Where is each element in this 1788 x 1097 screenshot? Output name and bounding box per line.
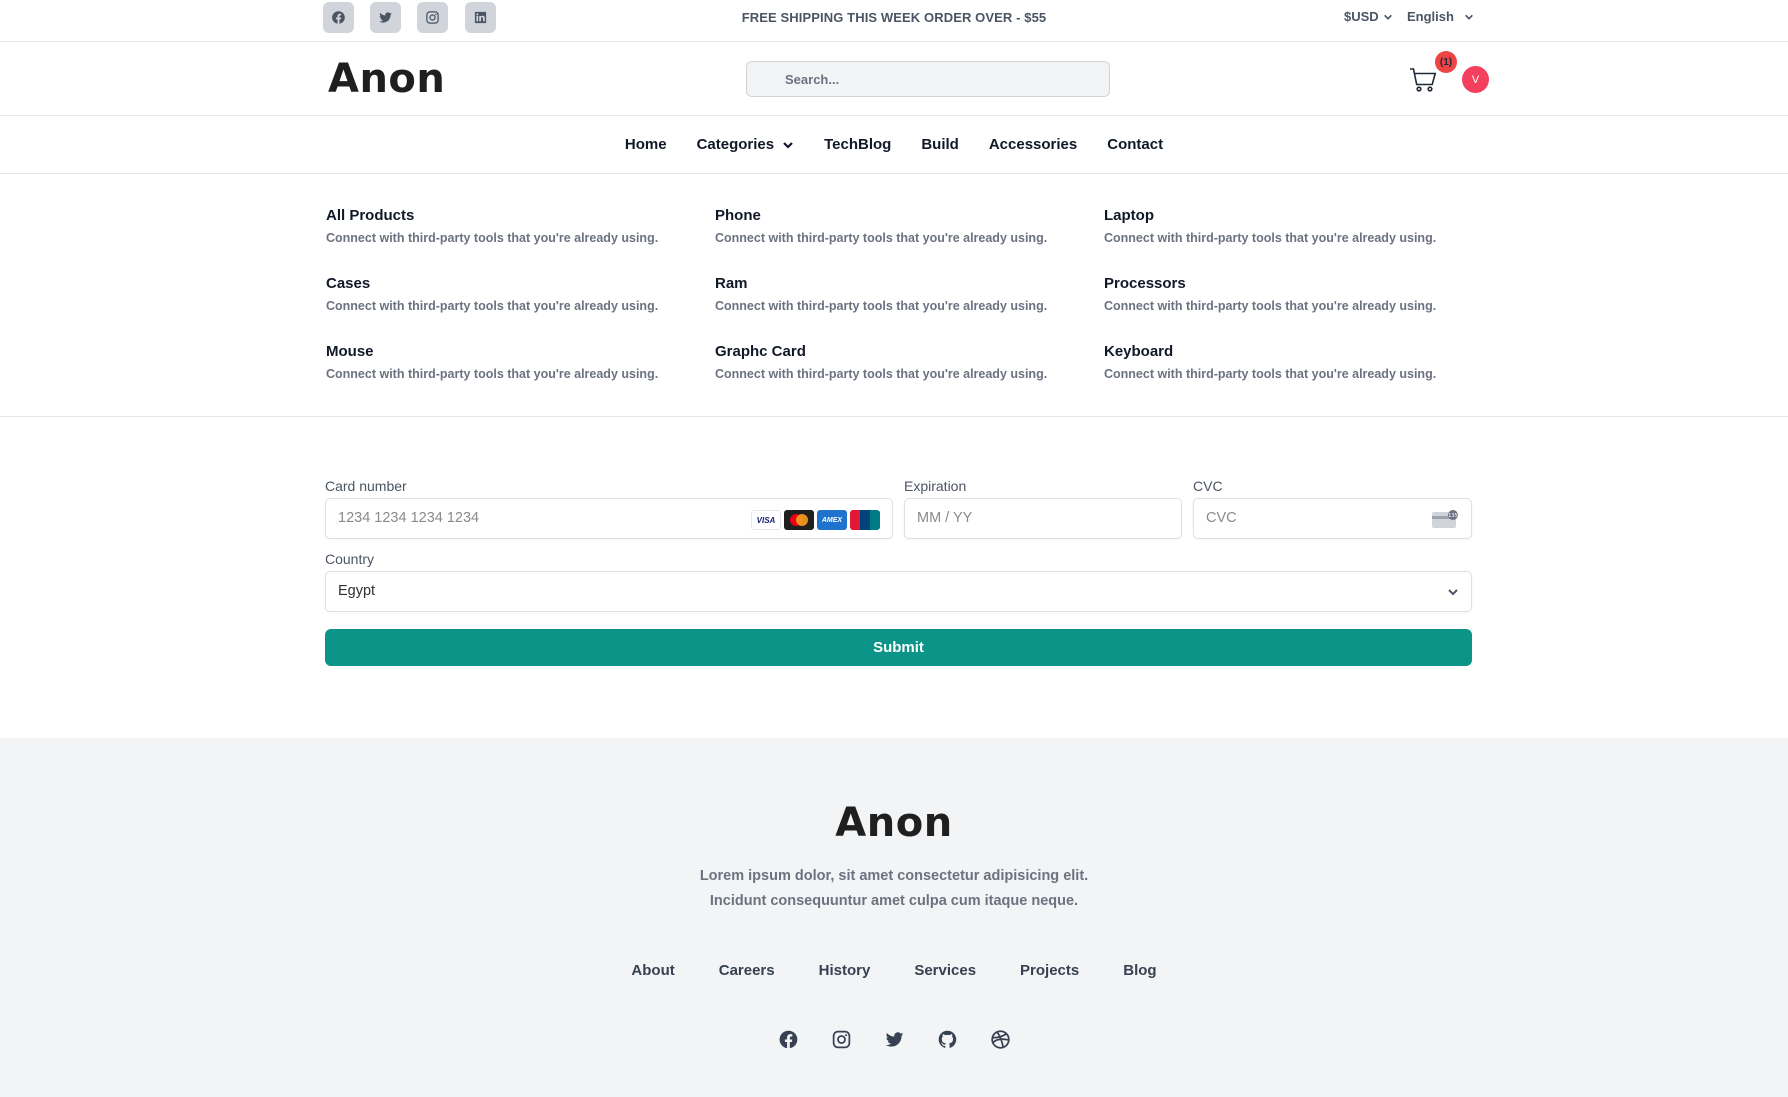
footer: Anon Lorem ipsum dolor, sit amet consect…: [0, 738, 1788, 1097]
card-number-label: Card number: [325, 478, 407, 494]
chevron-down-icon: [1465, 14, 1473, 20]
category-item[interactable]: Graphc Card Connect with third-party too…: [715, 343, 1095, 381]
nav-build-label: Build: [921, 136, 959, 153]
search-box: [746, 61, 1110, 97]
cvc-card-icon: 135: [1432, 510, 1458, 528]
category-desc: Connect with third-party tools that you'…: [715, 367, 1048, 381]
shipping-banner: FREE SHIPPING THIS WEEK ORDER OVER - $55: [741, 10, 1047, 25]
facebook-icon[interactable]: [777, 1028, 800, 1051]
footer-text-line1: Lorem ipsum dolor, sit amet consectetur …: [699, 868, 1089, 884]
category-item[interactable]: Phone Connect with third-party tools tha…: [715, 207, 1095, 245]
country-value: Egypt: [338, 583, 376, 599]
cvc-field: 135: [1193, 498, 1472, 539]
language-label: English: [1407, 9, 1454, 24]
category-item[interactable]: All Products Connect with third-party to…: [326, 207, 706, 245]
nav-contact[interactable]: Contact: [1107, 136, 1163, 153]
category-desc: Connect with third-party tools that you'…: [326, 231, 659, 245]
category-desc: Connect with third-party tools that you'…: [715, 231, 1048, 245]
nav-home-label: Home: [624, 136, 667, 153]
expiration-input[interactable]: [917, 499, 1111, 538]
category-title: Laptop: [1104, 207, 1154, 224]
main-nav: Home Categories TechBlog Build Accessori…: [0, 116, 1788, 174]
category-title: Ram: [715, 275, 748, 292]
expiration-label: Expiration: [904, 478, 967, 494]
card-number-input[interactable]: [338, 499, 735, 538]
category-item[interactable]: Laptop Connect with third-party tools th…: [1104, 207, 1484, 245]
category-desc: Connect with third-party tools that you'…: [715, 299, 1048, 313]
footer-link-about[interactable]: About: [631, 962, 674, 979]
category-title: Keyboard: [1104, 343, 1174, 360]
mastercard-icon: [784, 510, 814, 530]
avatar[interactable]: V: [1462, 66, 1489, 93]
language-select[interactable]: English: [1407, 9, 1474, 24]
footer-links: About Careers History Services Projects …: [0, 962, 1788, 979]
categories-menu: All Products Connect with third-party to…: [0, 174, 1788, 417]
instagram-icon[interactable]: [830, 1028, 853, 1051]
expiration-field: [904, 498, 1182, 539]
twitter-icon[interactable]: [883, 1028, 906, 1051]
nav-techblog-label: TechBlog: [824, 136, 892, 153]
category-item[interactable]: Cases Connect with third-party tools tha…: [326, 275, 706, 313]
footer-social: [0, 1028, 1788, 1051]
search-input[interactable]: [747, 62, 1109, 96]
country-select[interactable]: Egypt: [325, 571, 1472, 612]
card-brands: VISA AMEX: [751, 510, 880, 530]
category-desc: Connect with third-party tools that you'…: [1104, 231, 1437, 245]
top-bar: FREE SHIPPING THIS WEEK ORDER OVER - $55…: [0, 0, 1788, 42]
visa-icon: VISA: [751, 510, 781, 530]
cart-icon[interactable]: [1408, 64, 1438, 94]
category-item[interactable]: Processors Connect with third-party tool…: [1104, 275, 1484, 313]
footer-link-blog[interactable]: Blog: [1123, 962, 1156, 979]
svg-text:135: 135: [1448, 513, 1458, 519]
dribbble-icon[interactable]: [989, 1028, 1012, 1051]
nav-build[interactable]: Build: [921, 136, 959, 153]
cvc-label: CVC: [1193, 478, 1223, 494]
amex-icon: AMEX: [817, 510, 847, 530]
category-title: Mouse: [326, 343, 374, 360]
category-desc: Connect with third-party tools that you'…: [1104, 299, 1437, 313]
nav-accessories[interactable]: Accessories: [989, 136, 1077, 153]
currency-select[interactable]: $USD: [1344, 9, 1393, 24]
nav-accessories-label: Accessories: [988, 136, 1078, 153]
footer-link-projects[interactable]: Projects: [1020, 962, 1079, 979]
footer-link-careers[interactable]: Careers: [719, 962, 775, 979]
footer-text-line2: Incidunt consequuntur amet culpa cum ita…: [709, 893, 1079, 909]
country-label: Country: [325, 551, 375, 567]
footer-link-history[interactable]: History: [819, 962, 871, 979]
category-item[interactable]: Ram Connect with third-party tools that …: [715, 275, 1095, 313]
nav-categories-label: Categories: [696, 136, 775, 153]
category-title: Cases: [326, 275, 371, 292]
category-desc: Connect with third-party tools that you'…: [1104, 367, 1437, 381]
category-desc: Connect with third-party tools that you'…: [326, 299, 659, 313]
currency-label: $USD: [1344, 9, 1379, 24]
logo[interactable]: Anon: [328, 56, 445, 102]
header: Anon (1) V: [0, 42, 1788, 116]
category-item[interactable]: Keyboard Connect with third-party tools …: [1104, 343, 1484, 381]
cvc-input[interactable]: [1206, 499, 1400, 538]
unionpay-icon: [850, 510, 880, 530]
submit-button[interactable]: Submit: [325, 629, 1472, 666]
nav-techblog[interactable]: TechBlog: [824, 136, 891, 153]
category-title: Processors: [1104, 275, 1186, 292]
category-item[interactable]: Mouse Connect with third-party tools tha…: [326, 343, 706, 381]
card-number-field: VISA AMEX: [325, 498, 893, 539]
category-title: Graphc Card: [715, 343, 806, 360]
chevron-down-icon: [783, 141, 793, 149]
footer-link-services[interactable]: Services: [914, 962, 976, 979]
cart-count-badge: (1): [1435, 51, 1457, 73]
nav-categories[interactable]: Categories: [697, 136, 795, 153]
chevron-down-icon: [1383, 14, 1392, 20]
category-title: All Products: [326, 207, 415, 224]
github-icon[interactable]: [936, 1028, 959, 1051]
category-title: Phone: [715, 207, 761, 224]
footer-logo: Anon: [835, 800, 953, 846]
category-desc: Connect with third-party tools that you'…: [326, 367, 659, 381]
nav-home[interactable]: Home: [625, 136, 667, 153]
nav-contact-label: Contact: [1107, 136, 1164, 153]
chevron-down-icon: [1448, 589, 1458, 596]
